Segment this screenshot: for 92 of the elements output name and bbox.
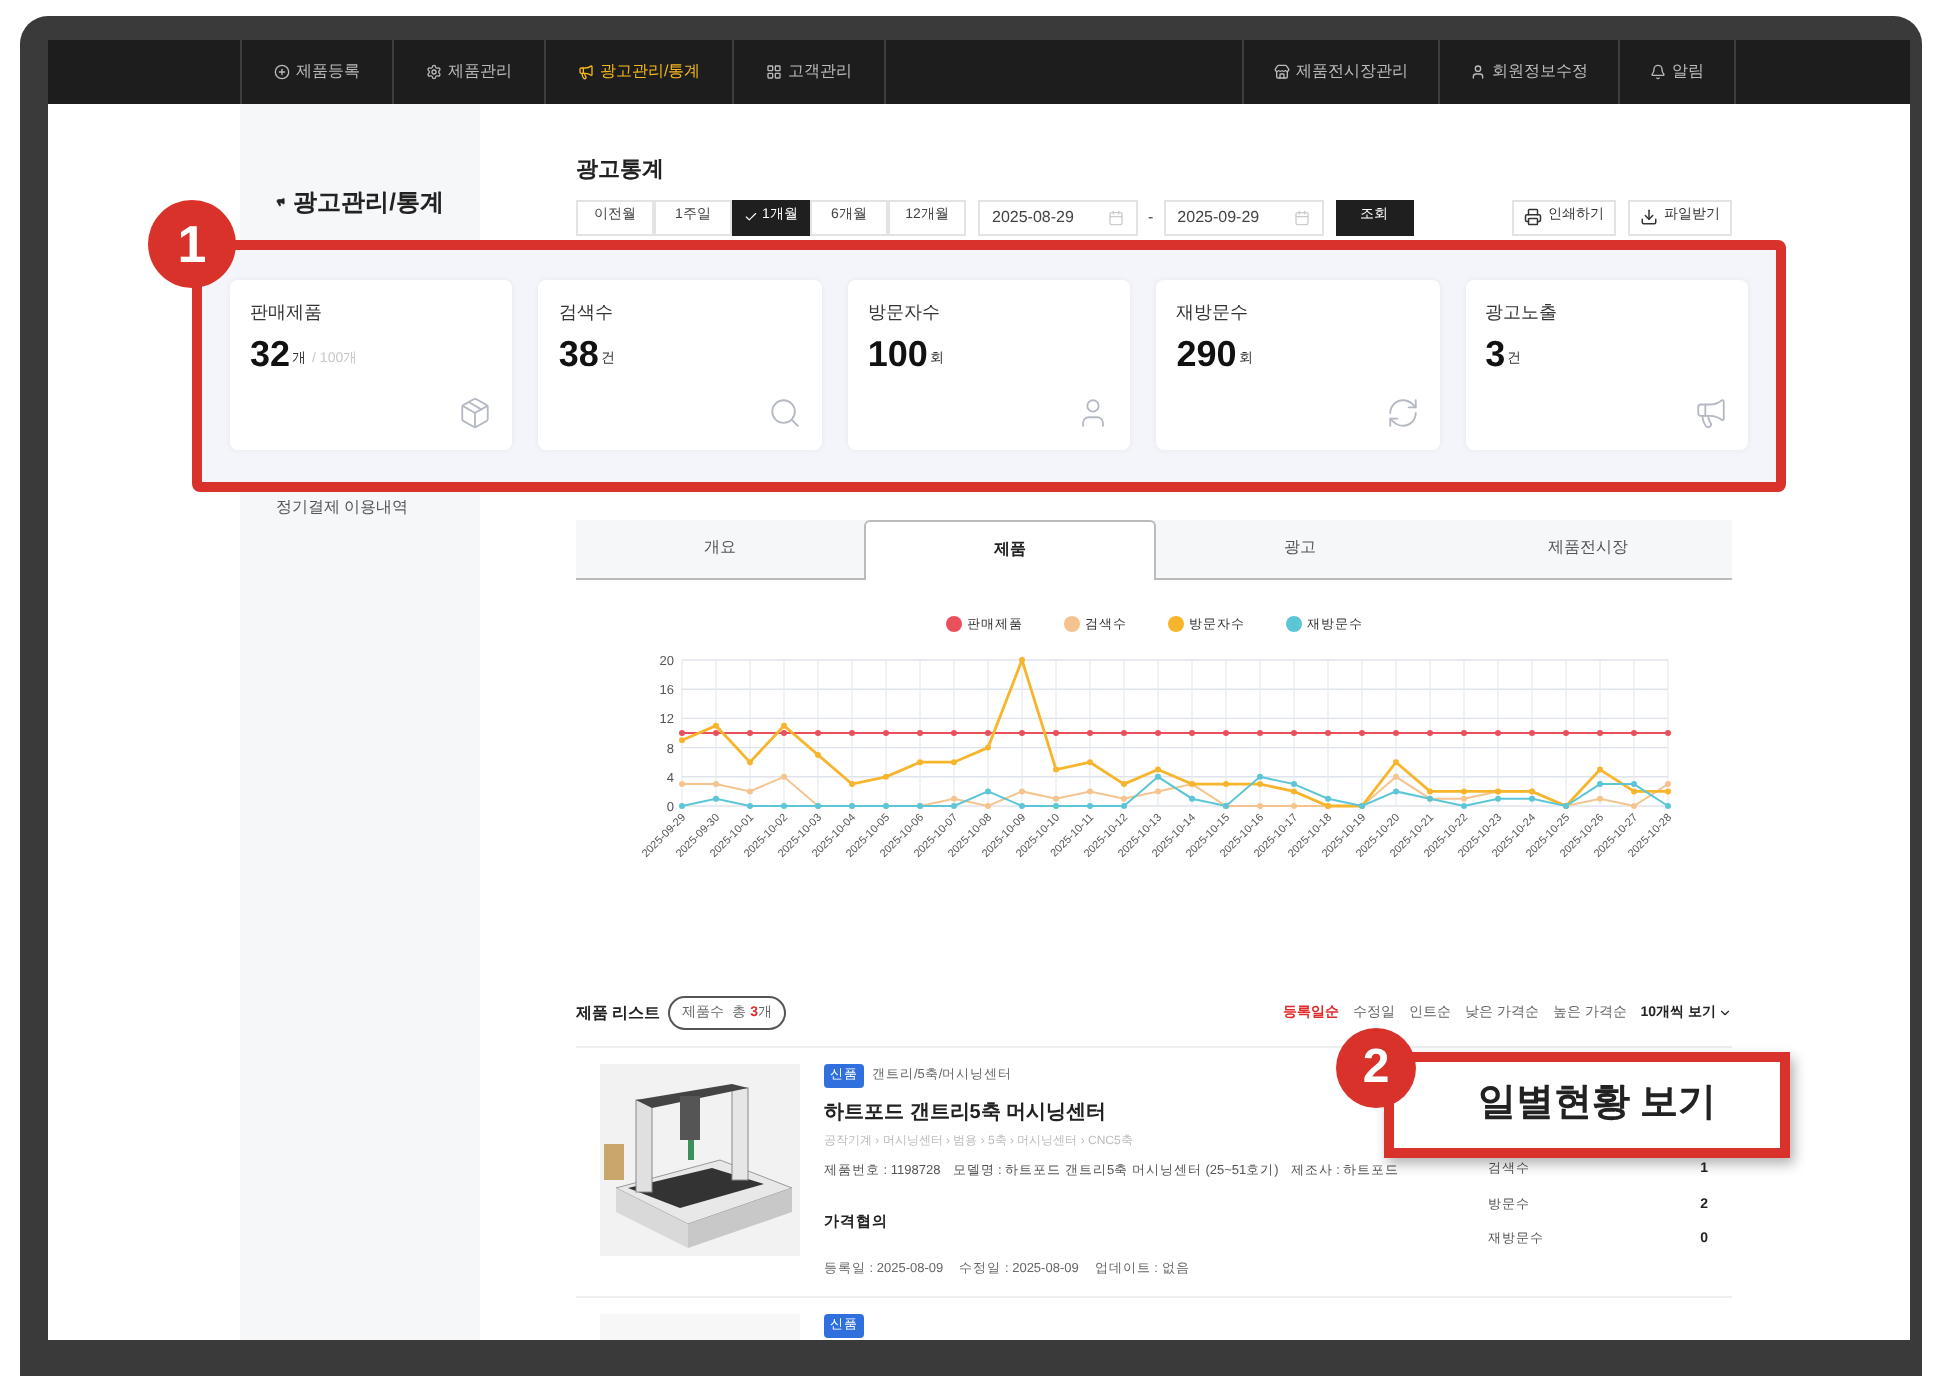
point (1325, 796, 1331, 803)
date-separator: - (1148, 205, 1154, 229)
point (1461, 788, 1467, 795)
sidebar-title: 광고관리/통계 (293, 186, 444, 220)
stat-value: 32 (250, 335, 291, 371)
stat-label: 검색수 (558, 300, 615, 326)
nav-item[interactable]: 제품전시장관리 (1242, 40, 1438, 104)
point (1393, 774, 1399, 781)
stat-value: 3 (1485, 335, 1506, 371)
point (781, 723, 787, 730)
tab[interactable]: 제품전시장 (1444, 519, 1732, 577)
point (917, 759, 923, 766)
point (1665, 781, 1671, 788)
end-date-field[interactable]: 2025-09-29 (1163, 199, 1324, 235)
point (951, 796, 957, 803)
stat-value: 100 (867, 335, 928, 371)
stat-label: 재방문수 (1176, 300, 1251, 326)
point (1053, 796, 1059, 803)
check-icon (744, 210, 759, 224)
point (1155, 767, 1161, 773)
point (1597, 767, 1603, 773)
product-title: 하트포드 갠트리5축 머시닝센터 (824, 1100, 1109, 1128)
stat-value: 290 (1176, 335, 1237, 371)
point (1087, 788, 1093, 795)
printer-icon (1524, 208, 1542, 226)
calendar-icon (1293, 209, 1310, 225)
point (1631, 788, 1637, 795)
nav-item[interactable]: 알림 (1618, 40, 1736, 104)
grid-icon (766, 64, 783, 80)
point (747, 759, 753, 766)
point (679, 803, 685, 810)
point (1461, 803, 1467, 810)
user-icon (1470, 64, 1486, 80)
point (1631, 803, 1637, 810)
point (1291, 781, 1297, 788)
point (1665, 803, 1671, 810)
tab[interactable]: 광고 (1156, 519, 1444, 577)
point (1427, 788, 1433, 795)
page-title: 광고통계 (576, 156, 666, 186)
point (1291, 788, 1297, 795)
tab[interactable]: 개요 (576, 519, 864, 577)
point (1053, 767, 1059, 773)
caret-icon (1718, 1006, 1732, 1021)
megaphone-icon (1694, 396, 1729, 430)
stat-value: 38 (558, 335, 599, 371)
point (1529, 796, 1535, 803)
nav-item[interactable]: 고객관리 (732, 40, 887, 104)
megaphone-icon (578, 64, 594, 80)
nav-item[interactable]: 회원정보수정 (1438, 40, 1618, 104)
store-icon (1274, 64, 1290, 80)
point (1597, 796, 1603, 803)
point (1665, 730, 1671, 737)
point (951, 759, 957, 766)
point (1665, 788, 1671, 795)
point (679, 781, 685, 788)
point (1495, 796, 1501, 803)
point (1121, 796, 1127, 803)
download-icon (1640, 208, 1658, 226)
point (1461, 796, 1467, 803)
tab[interactable]: 제품 (864, 519, 1156, 579)
stat-label: 광고노출 (1485, 300, 1560, 326)
point (1393, 759, 1399, 766)
point (985, 788, 991, 795)
sidebar-item[interactable]: 정기결제 이용내역 (276, 496, 444, 520)
refresh-icon (1385, 396, 1420, 430)
point (781, 774, 787, 781)
point (1189, 796, 1195, 803)
point (1155, 774, 1161, 781)
point (747, 788, 753, 795)
point (985, 745, 991, 752)
point (1257, 774, 1263, 781)
plus-circle-icon (274, 64, 290, 80)
point (679, 737, 685, 744)
point (1155, 788, 1161, 795)
stat-label: 판매제품 (250, 300, 324, 326)
search-icon (767, 396, 802, 430)
calendar-icon (1108, 209, 1124, 225)
stat-label: 방문자수 (867, 300, 942, 326)
gear-icon (426, 64, 442, 80)
point (713, 723, 719, 730)
point (713, 796, 719, 803)
point (679, 730, 685, 737)
bell-icon (1650, 64, 1666, 80)
start-date-field[interactable]: 2025-08-29 (978, 199, 1138, 235)
point (1393, 788, 1399, 795)
list-title: 제품 리스트 (576, 1001, 661, 1026)
point (883, 774, 889, 781)
box-icon (458, 396, 493, 430)
point (1087, 759, 1093, 766)
nav-item[interactable]: 광고관리/통계 (544, 40, 733, 104)
point (1019, 788, 1025, 795)
point (985, 803, 991, 810)
